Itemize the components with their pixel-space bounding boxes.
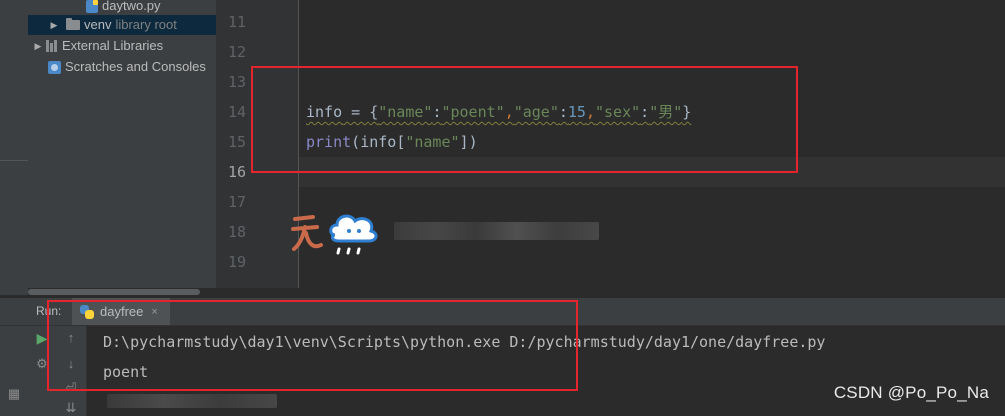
scratches-icon bbox=[48, 60, 61, 74]
watermark: CSDN @Po_Po_Na bbox=[833, 383, 989, 402]
line-number: 13 bbox=[227, 73, 246, 91]
line-number: 18 bbox=[227, 223, 246, 241]
line-number: 14 bbox=[227, 103, 246, 121]
tree-item-daytwo[interactable]: daytwo.py bbox=[86, 0, 161, 16]
project-panel-scrollbar[interactable] bbox=[28, 289, 200, 295]
python-file-icon bbox=[86, 0, 98, 13]
tree-item-venv[interactable]: ▶ venv library root bbox=[28, 15, 216, 35]
tree-item-label: Scratches and Consoles bbox=[65, 59, 206, 74]
scroll-to-end-icon[interactable]: ⇊ bbox=[57, 400, 85, 416]
layout-icon[interactable]: ▦ bbox=[0, 386, 28, 402]
libraries-icon bbox=[46, 40, 58, 52]
rain-cloud-sticker bbox=[291, 214, 378, 255]
strip-divider bbox=[0, 160, 28, 161]
folder-icon bbox=[66, 18, 80, 30]
project-panel: daytwo.py ▶ venv library root ▶ External… bbox=[28, 0, 216, 288]
tree-item-scratches[interactable]: Scratches and Consoles bbox=[48, 57, 206, 77]
tree-item-label: venv bbox=[84, 17, 112, 32]
redacted-blur bbox=[394, 222, 599, 240]
annotation-box-code bbox=[251, 66, 798, 173]
line-number-current: 16 bbox=[227, 163, 246, 181]
expand-arrow-icon[interactable]: ▶ bbox=[48, 15, 60, 35]
line-number: 17 bbox=[227, 193, 246, 211]
line-number: 19 bbox=[227, 253, 246, 271]
tree-item-external-libraries[interactable]: ▶ External Libraries bbox=[32, 36, 164, 56]
expand-arrow-icon[interactable]: ▶ bbox=[32, 36, 44, 56]
annotation-box-console bbox=[47, 300, 578, 391]
redacted-blur bbox=[107, 394, 277, 408]
line-number: 11 bbox=[227, 13, 246, 31]
tree-item-suffix: library root bbox=[115, 17, 177, 32]
left-tool-strip-bottom: ▦ bbox=[0, 326, 28, 416]
line-number: 12 bbox=[227, 43, 246, 61]
line-number: 15 bbox=[227, 133, 246, 151]
tree-item-label: External Libraries bbox=[62, 38, 164, 53]
tree-item-label: daytwo.py bbox=[102, 0, 161, 13]
left-tool-strip bbox=[0, 0, 28, 295]
